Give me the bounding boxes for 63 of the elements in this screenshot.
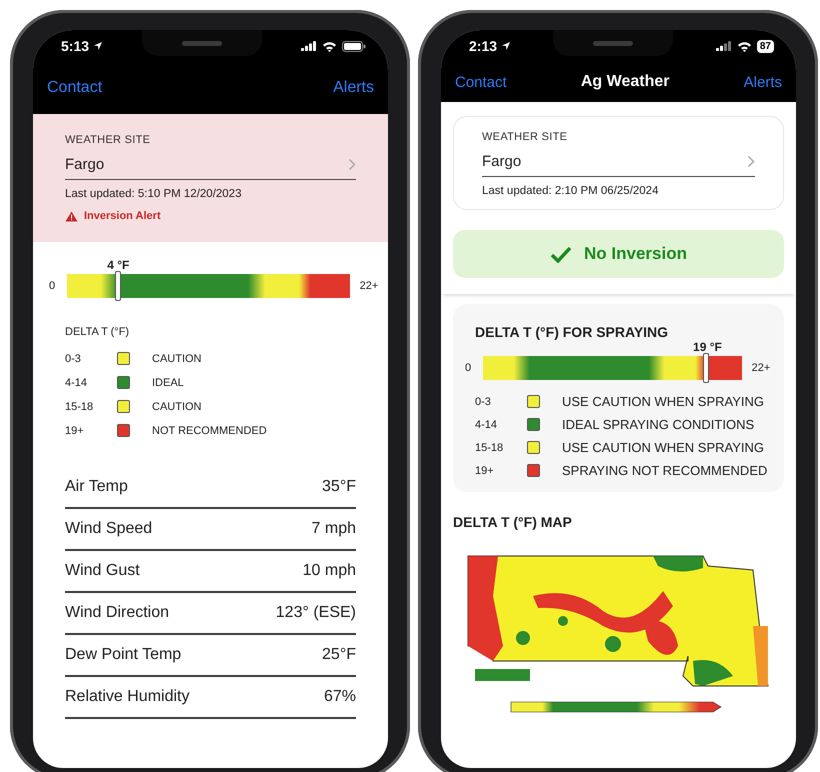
chevron-right-icon [348,158,356,171]
reading-value: 10 mph [302,562,356,580]
chevron-right-icon [747,155,755,168]
legend-label: USE CAUTION WHEN SPRAYING [562,440,766,455]
legend-range: 4-14 [475,418,498,430]
legend-range: 15-18 [475,442,504,454]
card-title: DELTA T (°F) FOR SPRAYING [475,324,670,340]
contact-link[interactable]: Contact [455,74,507,90]
reading-value: 7 mph [312,520,356,538]
scale-min-label: 0 [464,362,472,374]
alert-text: Inversion Alert [84,210,161,222]
location-arrow-icon [501,41,512,51]
alerts-link[interactable]: Alerts [744,74,782,90]
field-label: WEATHER SITE [482,131,568,143]
reading-value: 67% [324,688,356,706]
weather-site-field[interactable]: Fargo [482,143,755,177]
signal-icon [301,41,317,51]
reading-value: 123° (ESE) [276,604,356,622]
reading-label: Wind Speed [65,520,152,538]
delta-t-reading: 19 °F [693,340,722,354]
status-banner: No Inversion [453,230,784,278]
legend-range: 15-18 [65,400,94,412]
reading-label: Dew Point Temp [65,646,182,664]
reading-label: Wind Gust [65,562,140,580]
battery-level: 87 [756,40,774,52]
alerts-link[interactable]: Alerts [333,79,374,97]
contact-link[interactable]: Contact [47,79,102,97]
reading-value: 35°F [322,478,356,496]
reading-value: 25°F [322,646,356,664]
scale-min-label: 0 [48,280,56,292]
status-time: 5:13 [61,38,104,54]
legend-label: USE CAUTION WHEN SPRAYING [562,394,766,409]
legend-label: CAUTION [152,352,202,364]
legend-label: SPRAYING NOT RECOMMENDED [562,463,768,478]
status-time: 2:13 [469,38,512,54]
battery-icon [342,40,366,52]
scale-max-label: 22+ [750,362,772,374]
legend-title: DELTA T (°F) [65,326,130,338]
legend-label: IDEAL [152,376,185,388]
legend-label: IDEAL SPRAYING CONDITIONS [562,417,756,432]
reading-label: Wind Direction [65,604,170,622]
weather-site-field[interactable]: Fargo [65,146,356,180]
legend-range: 19+ [475,464,495,476]
reading-label: Air Temp [65,478,128,496]
delta-t-reading: 4 °F [107,258,130,272]
last-updated-text: Last updated: 2:10 PM 06/25/2024 [482,185,660,197]
scale-max-label: 22+ [358,280,380,292]
wifi-icon [322,40,337,52]
last-updated-text: Last updated: 5:10 PM 12/20/2023 [65,188,242,200]
legend-range: 19+ [65,424,85,436]
legend-range: 0-3 [65,352,82,364]
map-title: DELTA T (°F) MAP [453,514,573,530]
checkmark-icon [550,246,572,262]
legend-label: NOT RECOMMENDED [152,424,268,436]
location-arrow-icon [93,41,104,51]
legend-range: 0-3 [475,396,492,408]
legend-label: CAUTION [152,400,202,412]
wifi-icon [736,40,752,52]
reading-label: Relative Humidity [65,688,190,706]
app-title: Ag Weather [580,73,670,91]
field-label: WEATHER SITE [65,134,152,146]
signal-icon [716,41,732,51]
legend-range: 4-14 [65,376,88,388]
